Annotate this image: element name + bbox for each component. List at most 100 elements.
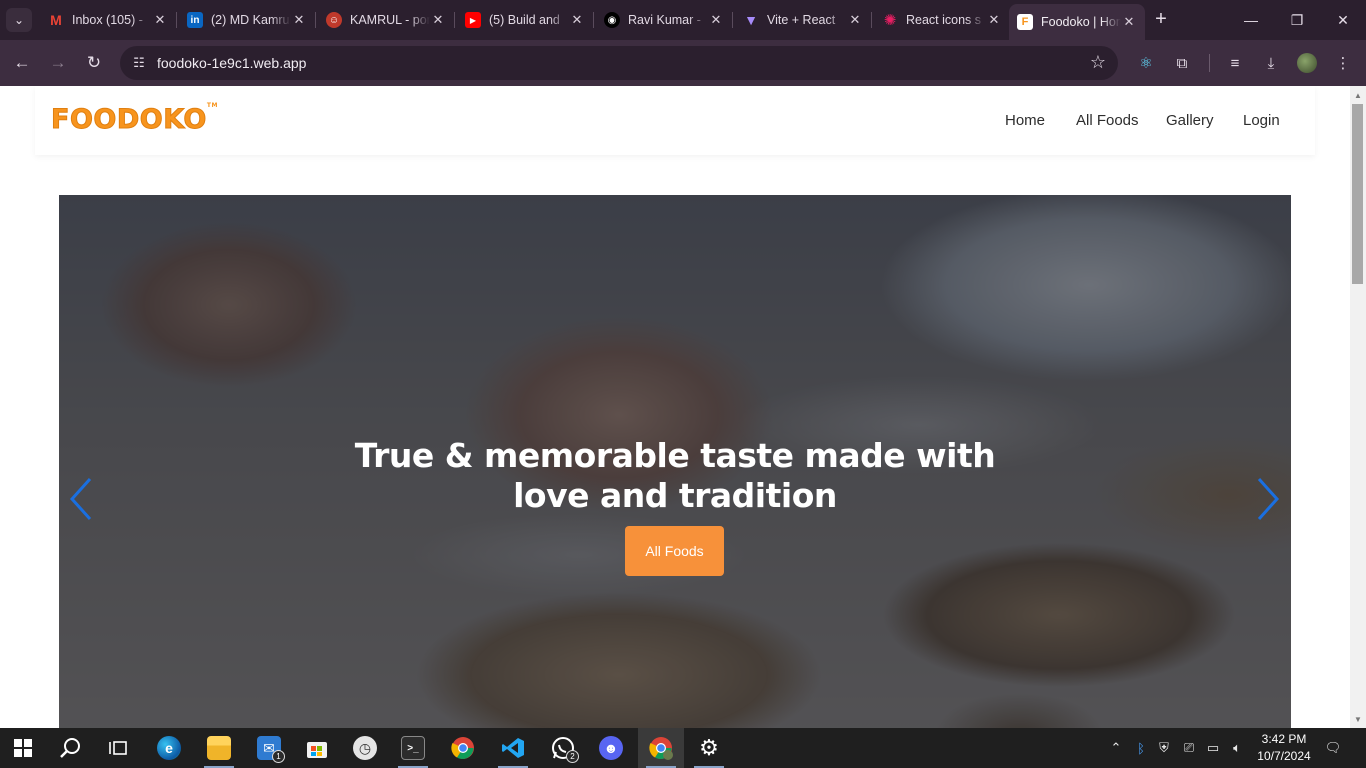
- site-navbar: FOODOKOTM Home All Foods Gallery Login: [35, 86, 1315, 155]
- site-info-icon[interactable]: ☷: [129, 53, 149, 73]
- vscode-icon[interactable]: [490, 728, 536, 768]
- tab-portfolio[interactable]: ☺ KAMRUL - portfolio ✕: [318, 6, 454, 34]
- tab-title: Ravi Kumar -: [628, 13, 701, 27]
- hero-title-line-2: love and tradition: [513, 476, 837, 515]
- settings-icon[interactable]: ⚙: [686, 728, 732, 768]
- address-bar[interactable]: ☷ foodoko-1e9c1.web.app ☆: [120, 46, 1118, 80]
- start-icon[interactable]: [0, 728, 46, 768]
- restore-icon[interactable]: ❐: [1274, 0, 1320, 40]
- close-icon[interactable]: ✕: [708, 12, 724, 28]
- tab-react-icons[interactable]: ✺ React icons s ✕: [874, 6, 1010, 34]
- browser-menu-icon[interactable]: ⋮: [1332, 52, 1354, 74]
- nav-all-foods[interactable]: All Foods: [1076, 112, 1139, 129]
- media-control-icon[interactable]: ≡: [1224, 52, 1246, 74]
- edge-icon[interactable]: e: [146, 728, 192, 768]
- tab-youtube[interactable]: ▶ (5) Build and ✕: [457, 6, 593, 34]
- tab-ravi-kumar[interactable]: ◉ Ravi Kumar - ✕: [596, 6, 732, 34]
- back-button[interactable]: ←: [10, 51, 34, 75]
- discord-icon[interactable]: ☻: [588, 728, 634, 768]
- tab-title: (2) MD Kamrul: [211, 13, 291, 27]
- volume-icon[interactable]: 🔈︎: [1227, 739, 1247, 757]
- browser-tab-strip: ⌄ M Inbox (105) - ✕ in (2) MD Kamrul ✕ ☺…: [0, 0, 1366, 40]
- mail-icon[interactable]: ✉ 1: [246, 728, 292, 768]
- close-icon[interactable]: ✕: [430, 12, 446, 28]
- close-icon[interactable]: ✕: [291, 12, 307, 28]
- tab-title: React icons s: [906, 13, 982, 27]
- tab-title: KAMRUL - portfolio: [350, 13, 430, 27]
- browser-toolbar: ← → ↻ ☷ foodoko-1e9c1.web.app ☆ ⚛ ⧉ ≡ ⤓ …: [0, 40, 1366, 86]
- react-devtools-extension-icon[interactable]: ⚛: [1135, 52, 1157, 74]
- mail-badge: 1: [272, 750, 285, 763]
- close-icon[interactable]: ✕: [152, 12, 168, 28]
- clock-app-icon[interactable]: ◷: [342, 728, 388, 768]
- hero-title-line-1: True & memorable taste made with: [354, 436, 996, 475]
- linkedin-icon: in: [187, 12, 203, 28]
- tab-title: Inbox (105) -: [72, 13, 143, 27]
- youtube-icon: ▶: [465, 12, 481, 28]
- hero-title: True & memorable taste made with love an…: [59, 436, 1291, 516]
- network-icon[interactable]: ⎚: [1179, 739, 1199, 757]
- profile-avatar[interactable]: [1297, 53, 1317, 73]
- nav-gallery[interactable]: Gallery: [1166, 112, 1214, 129]
- show-hidden-icons-icon[interactable]: ⌃: [1108, 739, 1124, 757]
- tab-title: Vite + React: [767, 13, 836, 27]
- bluetooth-icon[interactable]: ᛒ: [1132, 739, 1150, 757]
- profile-icon: ◉: [604, 12, 620, 28]
- scrollbar-thumb[interactable]: [1352, 104, 1363, 284]
- minimize-icon[interactable]: —: [1228, 0, 1274, 40]
- close-icon[interactable]: ✕: [986, 12, 1002, 28]
- vite-icon: ▼: [744, 12, 758, 28]
- bookmark-star-icon[interactable]: ☆: [1090, 52, 1106, 73]
- web-page: FOODOKOTM Home All Foods Gallery Login T…: [0, 86, 1350, 728]
- hero-carousel: True & memorable taste made with love an…: [59, 195, 1291, 728]
- react-icons-icon: ✺: [883, 12, 897, 29]
- store-icon[interactable]: [294, 728, 340, 768]
- foodoko-logo[interactable]: FOODOKOTM: [51, 102, 218, 136]
- reload-button[interactable]: ↻: [82, 51, 106, 75]
- nav-home[interactable]: Home: [1005, 112, 1045, 129]
- gmail-icon: M: [50, 12, 62, 28]
- tab-gmail[interactable]: M Inbox (105) - ✕: [40, 6, 176, 34]
- file-explorer-icon[interactable]: [196, 728, 242, 768]
- url-text[interactable]: foodoko-1e9c1.web.app: [157, 55, 306, 71]
- nav-login[interactable]: Login: [1243, 112, 1280, 129]
- window-close-icon[interactable]: ✕: [1320, 0, 1366, 40]
- tab-search-button[interactable]: ⌄: [6, 8, 32, 32]
- scroll-up-icon[interactable]: ▲: [1354, 92, 1362, 100]
- terminal-icon[interactable]: >_: [390, 728, 436, 768]
- battery-icon[interactable]: ▭: [1203, 739, 1223, 757]
- logo-text: FOODOKO: [51, 104, 207, 136]
- page-scrollbar[interactable]: ▲ ▼: [1350, 86, 1366, 728]
- system-clock[interactable]: 3:42 PM 10/7/2024: [1248, 731, 1320, 765]
- tab-linkedin[interactable]: in (2) MD Kamrul ✕: [179, 6, 315, 34]
- all-foods-button[interactable]: All Foods: [625, 526, 724, 576]
- extensions-puzzle-icon[interactable]: ⧉: [1171, 52, 1193, 74]
- whatsapp-badge: 2: [566, 750, 579, 763]
- search-icon[interactable]: [48, 728, 94, 768]
- foodoko-icon: F: [1017, 14, 1033, 30]
- carousel-prev-arrow-icon[interactable]: [68, 475, 96, 523]
- tab-title: (5) Build and: [489, 13, 560, 27]
- tab-foodoko-active[interactable]: F Foodoko | Home ✕: [1009, 4, 1145, 40]
- task-view-icon[interactable]: [96, 728, 142, 768]
- chrome-icon[interactable]: [440, 728, 486, 768]
- clock-time: 3:42 PM: [1261, 732, 1307, 746]
- close-icon[interactable]: ✕: [1121, 14, 1137, 30]
- windows-taskbar: e ✉ 1 ◷ >_ 2 ☻ ⚙ ⌃ ᛒ ⛨ ⎚ ▭ 🔈︎ 3:42 PM 10…: [0, 728, 1366, 768]
- portfolio-icon: ☺: [326, 12, 342, 28]
- tab-vite-react[interactable]: ▼ Vite + React ✕: [735, 6, 871, 34]
- downloads-icon[interactable]: ⤓: [1260, 52, 1282, 74]
- close-icon[interactable]: ✕: [847, 12, 863, 28]
- clock-date: 10/7/2024: [1257, 749, 1311, 763]
- scroll-down-icon[interactable]: ▼: [1354, 716, 1362, 724]
- logo-trademark: TM: [206, 102, 218, 109]
- tab-title: Foodoko | Home: [1041, 15, 1121, 29]
- close-icon[interactable]: ✕: [569, 12, 585, 28]
- new-tab-button[interactable]: +: [1150, 8, 1172, 30]
- whatsapp-icon[interactable]: 2: [540, 728, 586, 768]
- carousel-next-arrow-icon[interactable]: [1253, 475, 1281, 523]
- forward-button[interactable]: →: [46, 51, 70, 75]
- notifications-icon[interactable]: 🗨︎: [1322, 739, 1344, 757]
- security-shield-icon[interactable]: ⛨: [1155, 739, 1173, 757]
- chrome-profile-icon[interactable]: [638, 728, 684, 768]
